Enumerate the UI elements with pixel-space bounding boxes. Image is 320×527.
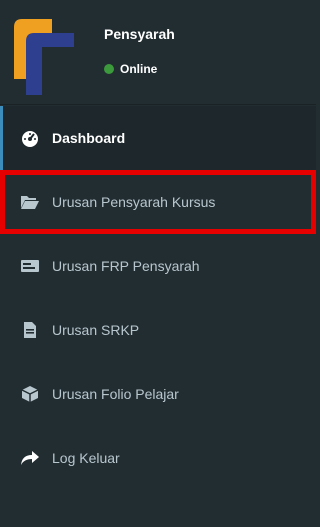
status-dot-icon [104, 64, 114, 74]
status-label: Online [120, 62, 158, 76]
sidebar-item-urusan-folio-pelajar[interactable]: Urusan Folio Pelajar [0, 362, 316, 426]
sidebar-item-label: Log Keluar [52, 450, 120, 466]
sidebar-item-urusan-pensyarah-kursus[interactable]: Urusan Pensyarah Kursus [0, 170, 316, 234]
sidebar-menu: Dashboard Urusan Pensyarah Kursus Urusan… [0, 106, 316, 490]
cube-icon [20, 384, 40, 404]
divider [0, 104, 316, 105]
sidebar-item-urusan-srkp[interactable]: Urusan SRKP [0, 298, 316, 362]
document-icon [20, 320, 40, 340]
sidebar-item-label: Urusan Folio Pelajar [52, 386, 179, 402]
folder-open-icon [20, 192, 40, 212]
sidebar-item-label: Dashboard [52, 130, 126, 146]
sidebar-item-log-keluar[interactable]: Log Keluar [0, 426, 316, 490]
sidebar-item-urusan-frp-pensyarah[interactable]: Urusan FRP Pensyarah [0, 234, 316, 298]
share-arrow-icon [20, 448, 40, 468]
user-panel: Pensyarah Online [0, 0, 316, 100]
logo-icon [14, 19, 74, 95]
sidebar-item-label: Urusan FRP Pensyarah [52, 258, 200, 274]
status-indicator: Online [104, 62, 157, 76]
sidebar-item-label: Urusan SRKP [52, 322, 140, 338]
user-name: Pensyarah [104, 26, 175, 42]
sidebar: Pensyarah Online Dashboard Urusan Pensya… [0, 0, 316, 527]
id-card-icon [20, 256, 40, 276]
dashboard-icon [20, 128, 40, 148]
sidebar-item-label: Urusan Pensyarah Kursus [52, 194, 216, 210]
sidebar-item-dashboard[interactable]: Dashboard [0, 106, 316, 170]
